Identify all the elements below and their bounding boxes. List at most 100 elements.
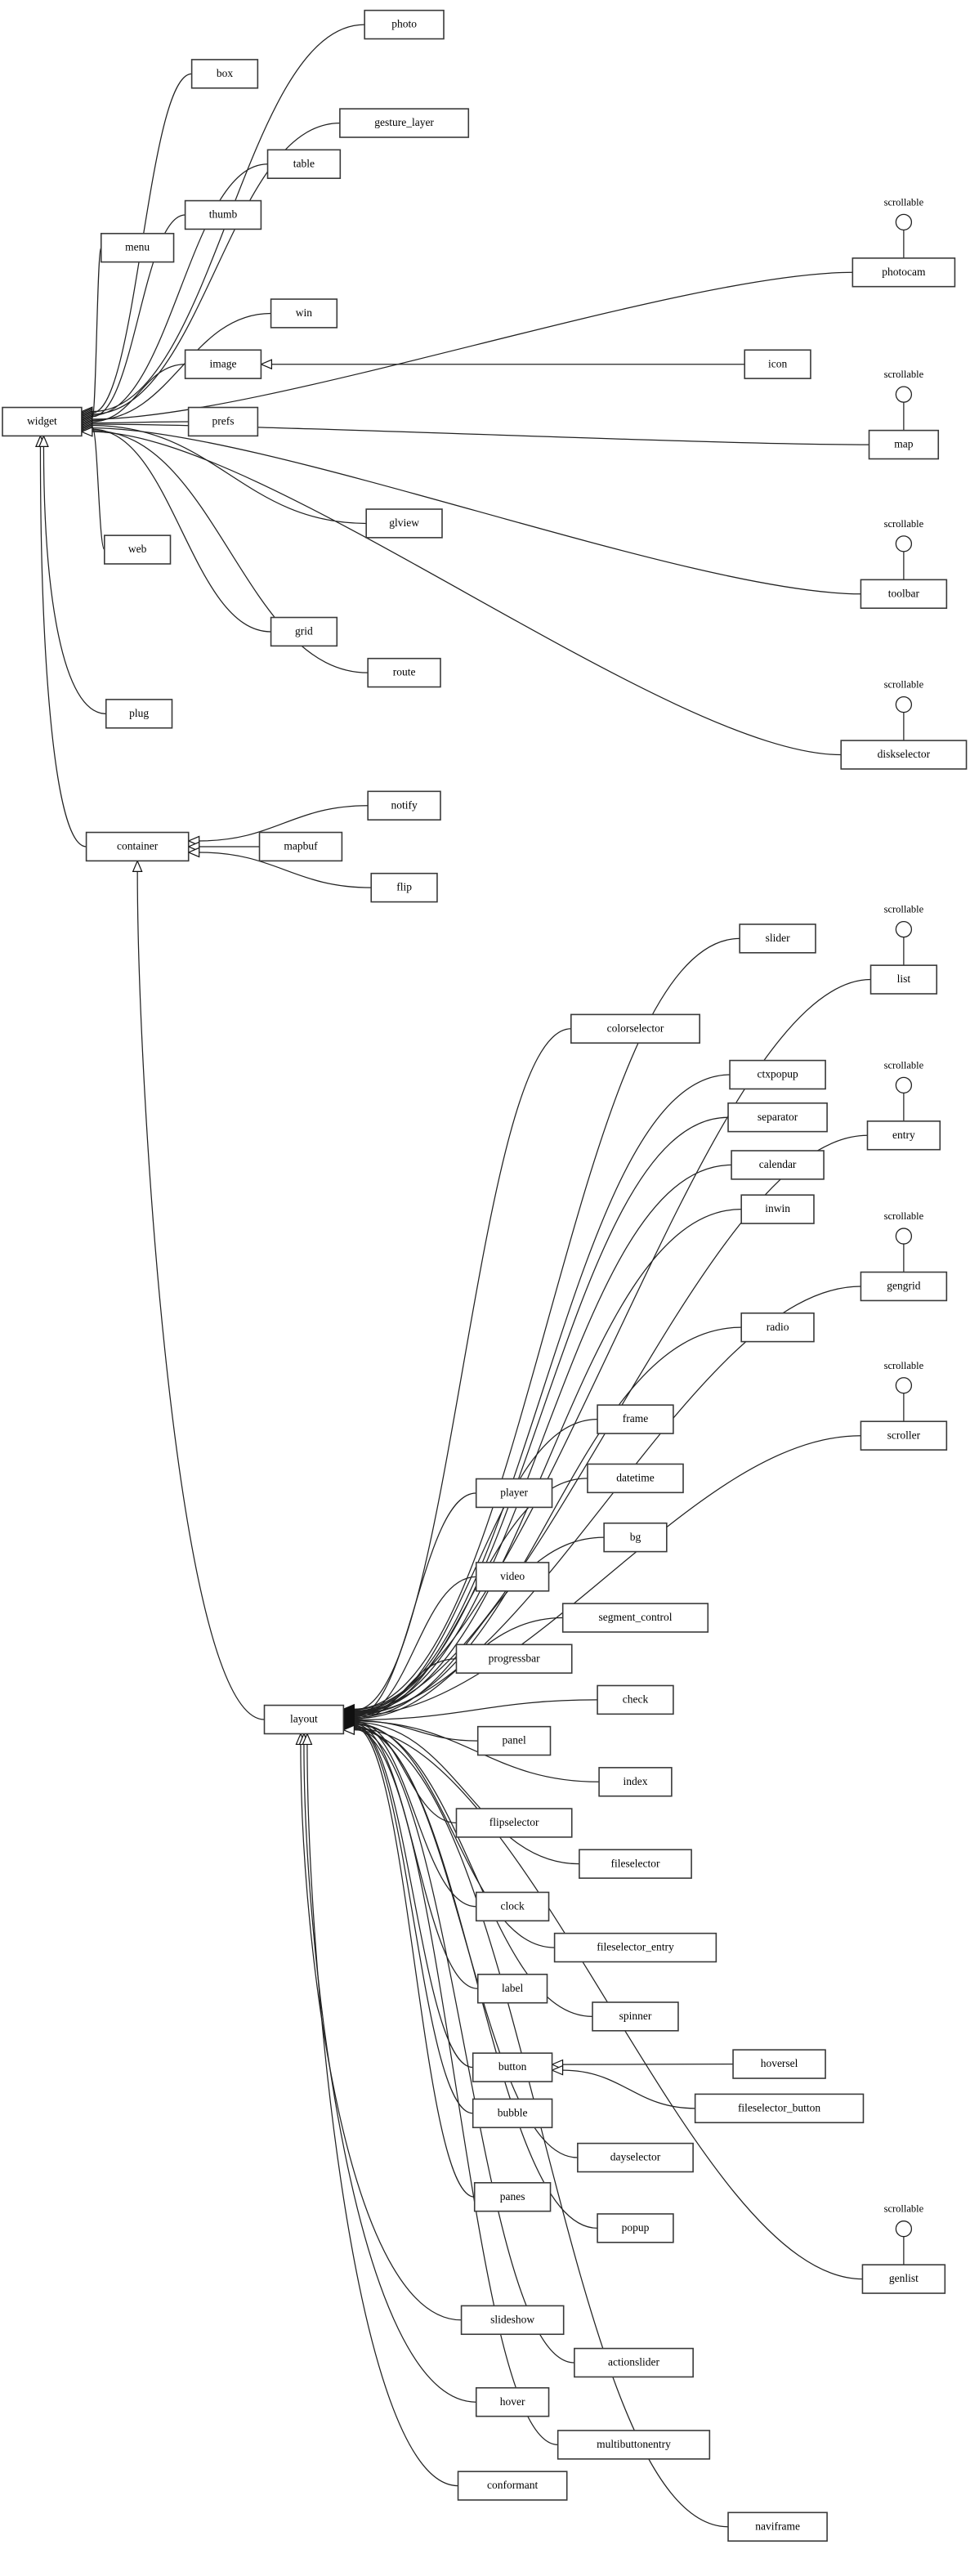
class-node-slider[interactable]: slider <box>739 924 816 954</box>
class-node-widget[interactable]: widget <box>2 406 83 437</box>
class-node-bubble[interactable]: bubble <box>472 2098 553 2129</box>
class-node-grid[interactable]: grid <box>270 616 338 647</box>
class-node-bg[interactable]: bg <box>603 1522 668 1553</box>
class-node-flipselector[interactable]: flipselector <box>455 1808 573 1838</box>
class-node-icon[interactable]: icon <box>744 349 811 379</box>
class-node-panes[interactable]: panes <box>473 2182 552 2212</box>
inheritance-edge-hover-to-layout <box>298 1732 476 2403</box>
class-node-genlist[interactable]: genlist <box>861 2264 946 2294</box>
class-node-glview[interactable]: glview <box>365 508 443 539</box>
interface-lollipop-gengrid: scrollable <box>884 1210 924 1272</box>
interface-label: scrollable <box>884 1360 924 1371</box>
class-node-box[interactable]: box <box>190 59 259 89</box>
node-label: diskselector <box>878 748 931 760</box>
inheritance-edge-icon-to-image <box>259 359 745 370</box>
class-node-fileselector_button[interactable]: fileselector_button <box>694 2093 865 2124</box>
edge-line <box>562 2069 695 2109</box>
class-node-calendar[interactable]: calendar <box>731 1150 825 1180</box>
class-node-separator[interactable]: separator <box>727 1102 828 1133</box>
class-node-conformant[interactable]: conformant <box>457 2471 568 2501</box>
class-node-label[interactable]: label <box>476 1974 548 2004</box>
class-node-index[interactable]: index <box>598 1767 673 1797</box>
edge-line <box>92 427 861 595</box>
class-node-table[interactable]: table <box>266 149 342 179</box>
edge-line <box>92 426 105 551</box>
class-node-slideshow[interactable]: slideshow <box>460 2305 565 2336</box>
node-label: conformant <box>487 2479 538 2491</box>
node-label: flip <box>396 881 412 893</box>
class-node-hover[interactable]: hover <box>475 2386 550 2417</box>
class-node-plug[interactable]: plug <box>105 699 173 729</box>
node-label: flipselector <box>489 1816 539 1828</box>
class-node-layout[interactable]: layout <box>263 1704 345 1735</box>
class-node-gengrid[interactable]: gengrid <box>860 1271 948 1302</box>
interface-circle-icon <box>895 1228 913 1245</box>
class-node-map[interactable]: map <box>868 429 940 460</box>
interface-label: scrollable <box>884 679 924 691</box>
node-label: box <box>217 67 234 79</box>
class-node-image[interactable]: image <box>184 349 262 379</box>
class-node-prefs[interactable]: prefs <box>187 406 259 437</box>
class-node-thumb[interactable]: thumb <box>184 199 262 230</box>
class-node-photo[interactable]: photo <box>364 9 445 40</box>
class-node-ctxpopup[interactable]: ctxpopup <box>729 1059 826 1090</box>
class-node-video[interactable]: video <box>475 1562 550 1592</box>
class-node-scroller[interactable]: scroller <box>860 1420 948 1451</box>
interface-lollipop-map: scrollable <box>884 369 924 431</box>
class-node-notify[interactable]: notify <box>367 790 441 821</box>
class-node-progressbar[interactable]: progressbar <box>455 1644 573 1674</box>
node-label: plug <box>129 707 149 719</box>
interface-lollipop-diskselector: scrollable <box>884 679 924 741</box>
class-node-win[interactable]: win <box>270 298 338 329</box>
inheritance-edge-slider-to-layout <box>342 937 740 1715</box>
class-node-panel[interactable]: panel <box>476 1725 552 1756</box>
class-node-toolbar[interactable]: toolbar <box>860 579 948 609</box>
class-node-player[interactable]: player <box>475 1478 553 1509</box>
class-node-naviframe[interactable]: naviframe <box>727 2511 828 2542</box>
interface-circle-icon <box>895 213 913 230</box>
inheritance-edge-calendar-to-layout <box>342 1164 732 1719</box>
class-node-fileselector[interactable]: fileselector <box>579 1849 692 1879</box>
inheritance-edge-layout-to-container <box>132 859 265 1720</box>
class-node-actionslider[interactable]: actionslider <box>574 2347 694 2378</box>
interface-lollipop-scroller: scrollable <box>884 1360 924 1422</box>
class-node-fileselector_entry[interactable]: fileselector_entry <box>553 1932 717 1963</box>
inheritance-edge-genlist-to-layout <box>342 1723 863 2280</box>
node-label: video <box>500 1570 525 1582</box>
class-node-frame[interactable]: frame <box>597 1404 674 1434</box>
class-node-segment_control[interactable]: segment_control <box>561 1603 709 1633</box>
node-label: map <box>894 438 913 450</box>
edge-line <box>354 937 740 1710</box>
class-node-multibuttonentry[interactable]: multibuttonentry <box>557 2430 711 2460</box>
class-node-colorselector[interactable]: colorselector <box>570 1013 700 1044</box>
class-node-hoversel[interactable]: hoversel <box>732 2049 826 2079</box>
class-node-datetime[interactable]: datetime <box>587 1463 684 1494</box>
class-node-container[interactable]: container <box>85 831 190 862</box>
edge-line <box>42 446 106 714</box>
class-node-route[interactable]: route <box>367 657 441 688</box>
class-node-popup[interactable]: popup <box>597 2213 674 2243</box>
class-node-check[interactable]: check <box>597 1684 674 1715</box>
class-node-photocam[interactable]: photocam <box>852 257 956 288</box>
class-node-button[interactable]: button <box>472 2052 553 2082</box>
class-node-list[interactable]: list <box>869 964 938 995</box>
class-node-menu[interactable]: menu <box>100 232 175 263</box>
class-node-gesture_layer[interactable]: gesture_layer <box>339 108 470 138</box>
interface-lollipop-photocam: scrollable <box>884 196 924 258</box>
inheritance-edge-panes-to-layout <box>342 1721 475 2198</box>
inheritance-edge-diskselector-to-widget <box>80 426 842 756</box>
node-label: scroller <box>887 1429 921 1441</box>
class-node-dayselector[interactable]: dayselector <box>577 2142 694 2173</box>
class-node-spinner[interactable]: spinner <box>592 2001 679 2032</box>
class-node-inwin[interactable]: inwin <box>740 1194 815 1224</box>
class-node-web[interactable]: web <box>104 534 172 565</box>
class-node-entry[interactable]: entry <box>866 1120 941 1151</box>
class-node-flip[interactable]: flip <box>370 872 438 903</box>
class-node-mapbuf[interactable]: mapbuf <box>258 831 343 862</box>
class-node-diskselector[interactable]: diskselector <box>840 740 968 770</box>
node-label: progressbar <box>489 1652 540 1664</box>
edge-line <box>354 1726 475 2198</box>
class-node-clock[interactable]: clock <box>475 1891 550 1922</box>
class-node-radio[interactable]: radio <box>740 1312 815 1343</box>
node-label: glview <box>389 517 419 529</box>
